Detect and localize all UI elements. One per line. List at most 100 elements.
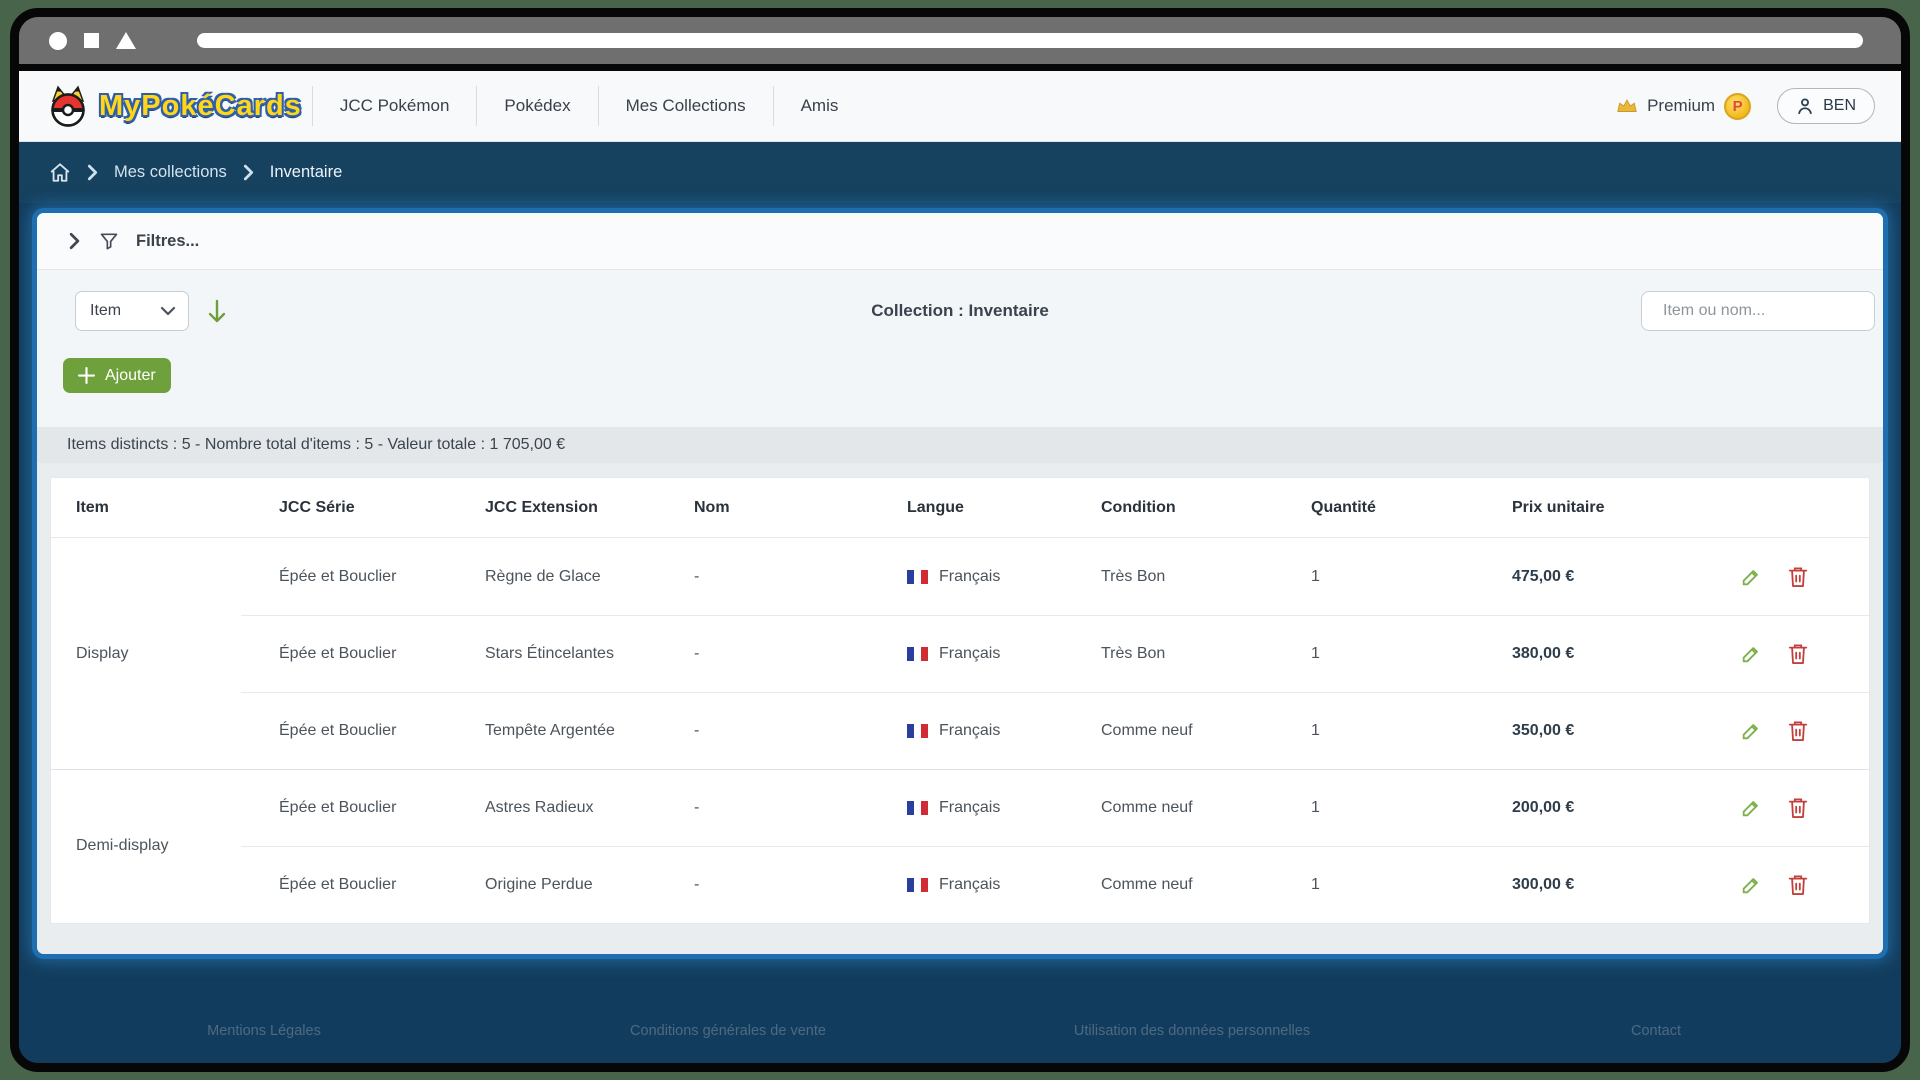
quantite-cell: 1	[1311, 799, 1320, 816]
filters-label: Filtres...	[136, 231, 200, 250]
premium-badge[interactable]: Premium P	[1616, 92, 1752, 120]
delete-row-button[interactable]	[1788, 874, 1808, 896]
delete-trash-icon	[1788, 720, 1808, 741]
serie-cell: Épée et Bouclier	[279, 875, 397, 893]
edit-pencil-icon	[1742, 646, 1758, 662]
langue-cell: Français	[907, 722, 1101, 740]
filter-funnel-icon	[100, 233, 118, 250]
footer-link-mentions-legales[interactable]: Mentions Légales	[32, 1023, 496, 1039]
langue-label: Français	[939, 644, 1001, 662]
coin-letter: P	[1732, 97, 1743, 115]
langue-cell: Français	[907, 876, 1101, 894]
nom-cell: -	[694, 721, 700, 739]
sort-descending-button[interactable]	[207, 299, 227, 324]
browser-square-button[interactable]	[84, 33, 99, 48]
user-icon	[1798, 98, 1812, 115]
condition-cell: Très Bon	[1101, 567, 1166, 585]
url-bar[interactable]	[197, 33, 1863, 48]
delete-trash-icon	[1788, 874, 1808, 895]
delete-row-button[interactable]	[1788, 566, 1808, 588]
col-jcc-extension: JCC Extension	[485, 498, 598, 516]
prix-cell: 200,00 €	[1512, 799, 1575, 816]
extension-cell: Règne de Glace	[485, 567, 601, 585]
nav-item-mes-collections[interactable]: Mes Collections	[597, 86, 773, 126]
nom-cell: -	[694, 644, 700, 662]
toolbar: Item Collection : Inventaire Item ou nom…	[37, 270, 1883, 427]
item-type-select[interactable]: Item	[75, 291, 189, 331]
edit-row-button[interactable]	[1740, 797, 1762, 819]
langue-label: Français	[939, 567, 1001, 585]
item-type-select-value: Item	[90, 302, 122, 319]
search-input[interactable]	[1663, 302, 1870, 320]
main-nav: JCC Pokémon Pokédex Mes Collections Amis	[311, 71, 866, 141]
serie-cell: Épée et Bouclier	[279, 567, 397, 585]
crown-icon	[1617, 99, 1637, 112]
condition-cell: Comme neuf	[1101, 799, 1193, 816]
premium-label: Premium	[1647, 96, 1716, 115]
serie-cell: Épée et Bouclier	[279, 721, 397, 739]
table-row: Épée et Bouclier Règne de Glace - França…	[51, 538, 1869, 615]
condition-cell: Comme neuf	[1101, 875, 1193, 893]
pokeball-logo-icon	[51, 85, 85, 127]
delete-trash-icon	[1788, 643, 1808, 664]
delete-row-button[interactable]	[1788, 643, 1808, 665]
home-icon[interactable]	[49, 162, 71, 183]
breadcrumb-mes-collections[interactable]: Mes collections	[114, 163, 227, 182]
filters-toggle[interactable]: Filtres...	[37, 213, 1883, 270]
chevron-right-icon	[87, 164, 98, 181]
summary-text: Items distincts : 5 - Nombre total d'ite…	[67, 436, 566, 453]
add-item-label: Ajouter	[105, 366, 156, 384]
desktop-background: { "browser": { "url_value": "" }, "heade…	[0, 0, 1920, 1080]
nav-item-amis[interactable]: Amis	[772, 86, 866, 126]
nom-cell: -	[694, 567, 700, 585]
nom-cell: -	[694, 875, 700, 893]
flag-france-icon	[907, 723, 928, 738]
col-jcc-serie: JCC Série	[279, 498, 355, 516]
user-account-button[interactable]: BEN	[1777, 88, 1875, 124]
delete-row-button[interactable]	[1788, 720, 1808, 742]
langue-cell: Français	[907, 799, 1101, 817]
serie-cell: Épée et Bouclier	[279, 799, 397, 816]
browser-triangle-button[interactable]	[116, 32, 136, 49]
prix-cell: 350,00 €	[1512, 721, 1575, 739]
browser-window: MyPokéCards JCC Pokémon Pokédex Mes Coll…	[10, 8, 1910, 1072]
actions-cell	[1712, 720, 1869, 742]
flag-france-icon	[907, 801, 928, 815]
footer-link-cgv[interactable]: Conditions générales de vente	[496, 1023, 960, 1039]
edit-pencil-icon	[1742, 569, 1758, 585]
nav-item-jcc-pokemon[interactable]: JCC Pokémon	[311, 86, 477, 126]
page-footer: Mentions Légales Conditions générales de…	[32, 1023, 1888, 1063]
col-condition: Condition	[1101, 498, 1176, 516]
footer-link-donnees-personnelles[interactable]: Utilisation des données personnelles	[960, 1023, 1424, 1039]
edit-row-button[interactable]	[1740, 720, 1762, 742]
breadcrumb-inventaire: Inventaire	[269, 163, 343, 181]
edit-row-button[interactable]	[1740, 643, 1762, 665]
plus-icon	[78, 367, 95, 384]
user-label: BEN	[1823, 97, 1856, 114]
langue-label: Français	[939, 799, 1001, 816]
edit-row-button[interactable]	[1740, 874, 1762, 896]
flag-france-icon	[907, 877, 928, 892]
site-logo[interactable]: MyPokéCards	[45, 85, 302, 127]
quantite-cell: 1	[1311, 721, 1320, 739]
col-prix-unitaire: Prix unitaire	[1512, 498, 1605, 516]
browser-circle-button[interactable]	[49, 31, 67, 50]
footer-link-contact[interactable]: Contact	[1424, 1023, 1888, 1039]
inventory-table: Item JCC Série JCC Extension Nom Langue …	[50, 477, 1870, 924]
extension-cell: Stars Étincelantes	[485, 644, 614, 662]
chevron-right-icon	[243, 164, 253, 181]
expand-chevron-icon	[69, 232, 80, 250]
serie-cell: Épée et Bouclier	[279, 644, 397, 662]
edit-pencil-icon	[1742, 877, 1758, 893]
add-item-button[interactable]: Ajouter	[63, 358, 171, 393]
table-row: Épée et Bouclier Stars Étincelantes - Fr…	[51, 615, 1869, 692]
edit-pencil-icon	[1742, 801, 1758, 817]
delete-row-button[interactable]	[1788, 797, 1808, 819]
nav-item-pokedex[interactable]: Pokédex	[476, 86, 597, 126]
prix-cell: 475,00 €	[1512, 567, 1575, 585]
actions-cell	[1712, 566, 1869, 588]
app-header: MyPokéCards JCC Pokémon Pokédex Mes Coll…	[19, 71, 1901, 142]
edit-row-button[interactable]	[1740, 566, 1762, 588]
prix-cell: 300,00 €	[1512, 875, 1575, 893]
quantite-cell: 1	[1311, 567, 1320, 585]
